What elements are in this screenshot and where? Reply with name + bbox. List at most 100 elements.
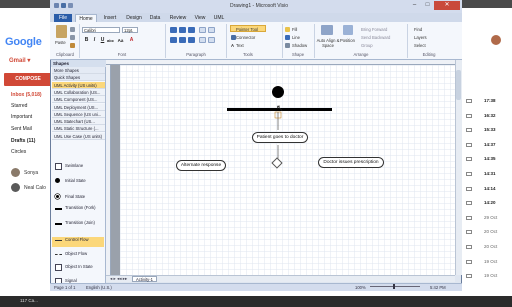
stencil-item[interactable]: UML Component (US...: [52, 96, 105, 104]
align-left-icon[interactable]: [170, 37, 177, 43]
auto-align-icon[interactable]: [321, 25, 333, 35]
layers-button[interactable]: Layers: [414, 35, 427, 40]
shape-item[interactable]: Object In State: [55, 264, 103, 274]
mail-time[interactable]: 14:35: [484, 156, 496, 161]
tab-view[interactable]: View: [191, 14, 209, 22]
stencil-item[interactable]: UML Activity (US units): [52, 81, 105, 89]
undo-icon[interactable]: [68, 3, 73, 8]
paste-icon[interactable]: [56, 25, 67, 38]
fill-icon[interactable]: [285, 27, 290, 32]
tab-file[interactable]: File: [54, 14, 72, 22]
gmail-menu[interactable]: Gmail ▾: [9, 57, 30, 64]
find-button[interactable]: Find: [414, 27, 422, 32]
nav-starred[interactable]: Starred: [11, 103, 27, 109]
activity-node[interactable]: Doctor issues prescription: [318, 157, 384, 168]
mail-time[interactable]: 19 Oct: [484, 273, 497, 278]
format-painter-icon[interactable]: [70, 43, 75, 48]
auto-align-button[interactable]: Auto Align & Space: [316, 38, 340, 48]
send-backward-button[interactable]: Send Backward: [361, 35, 390, 40]
mail-time[interactable]: 17:38: [484, 98, 496, 103]
align-center-icon[interactable]: [179, 37, 186, 43]
activity-node[interactable]: Patient goes to doctor: [252, 132, 308, 143]
stencil-item[interactable]: UML Deployment (US...: [52, 103, 105, 111]
strikethrough-button[interactable]: abc: [107, 37, 114, 44]
align-middle-icon[interactable]: [179, 27, 186, 33]
stencil-item[interactable]: Quick Shapes: [52, 74, 105, 82]
shape-item[interactable]: Final State: [55, 194, 103, 204]
mail-time[interactable]: 15:33: [484, 127, 496, 132]
position-button[interactable]: Position: [340, 38, 355, 43]
change-case-button[interactable]: Aa: [117, 37, 124, 44]
shape-item[interactable]: Transition (Join): [55, 220, 103, 230]
zoom-slider[interactable]: [370, 286, 420, 287]
text-direction-icon[interactable]: [208, 37, 215, 43]
tab-review[interactable]: Review: [166, 14, 190, 22]
align-right-icon[interactable]: [188, 37, 195, 43]
justify-icon[interactable]: [199, 37, 206, 43]
line-button[interactable]: Line: [292, 35, 300, 40]
align-top-icon[interactable]: [170, 27, 177, 33]
font-size-select[interactable]: 12pt.: [122, 27, 138, 33]
bold-button[interactable]: B: [83, 37, 90, 44]
nav-circles[interactable]: Circles: [11, 149, 26, 155]
shape-item[interactable]: Control Flow: [52, 237, 104, 247]
mail-time[interactable]: 16:32: [484, 113, 496, 118]
compose-button[interactable]: COMPOSE: [4, 73, 52, 86]
save-icon[interactable]: [61, 3, 66, 8]
language-indicator[interactable]: English (U.S.): [86, 285, 112, 290]
nav-inbox[interactable]: Inbox (5,018): [11, 92, 42, 98]
cut-icon[interactable]: [70, 27, 75, 32]
close-button[interactable]: ✕: [434, 1, 460, 10]
nav-drafts[interactable]: Drafts (11): [11, 138, 35, 144]
connector-button[interactable]: Connector: [236, 35, 255, 40]
avatar[interactable]: [491, 35, 501, 45]
stencil-item[interactable]: UML Use Case (US units): [52, 132, 105, 140]
text-tool-button[interactable]: Text: [236, 43, 244, 48]
group-button[interactable]: Group: [361, 43, 373, 48]
zoom-slider-thumb[interactable]: [393, 284, 395, 289]
indent-icon[interactable]: [208, 27, 215, 33]
initial-state-node[interactable]: [272, 86, 284, 98]
stencil-item[interactable]: UML Statechart (US...: [52, 118, 105, 126]
tab-insert[interactable]: Insert: [99, 14, 121, 22]
minimize-button[interactable]: –: [408, 1, 421, 10]
shadow-icon[interactable]: [285, 43, 290, 48]
mail-time[interactable]: 20 Oct: [484, 229, 497, 234]
activity-node[interactable]: Alternate response: [176, 160, 226, 171]
paste-label[interactable]: Paste: [55, 40, 66, 45]
tab-uml[interactable]: UML: [211, 14, 227, 22]
font-name-select[interactable]: Calibri: [82, 27, 120, 33]
mail-time[interactable]: 14:37: [484, 142, 496, 147]
bring-forward-button[interactable]: Bring Forward: [361, 27, 387, 32]
copy-icon[interactable]: [70, 35, 75, 40]
mail-time[interactable]: 20 Oct: [484, 244, 497, 249]
tab-design[interactable]: Design: [123, 14, 145, 22]
drawing-page[interactable]: [120, 65, 456, 275]
tab-activity-1[interactable]: Activity-1: [132, 276, 157, 282]
shape-item[interactable]: Swimlane: [55, 163, 103, 173]
fill-button[interactable]: Fill: [292, 27, 297, 32]
nav-sent[interactable]: Sent Mail: [11, 126, 32, 132]
underline-button[interactable]: U: [99, 37, 106, 44]
mail-time[interactable]: 29 Oct: [484, 215, 497, 220]
zoom-level[interactable]: 100%: [355, 285, 366, 290]
shape-item[interactable]: Transition (Fork): [55, 205, 103, 215]
tab-home[interactable]: Home: [75, 14, 97, 22]
scrollbar-thumb[interactable]: [456, 70, 461, 100]
stencil-item[interactable]: UML Sequence (US uni...: [52, 110, 105, 118]
select-button[interactable]: Select: [414, 43, 426, 48]
align-bottom-icon[interactable]: [188, 27, 195, 33]
page-indicator[interactable]: Page 1 of 1: [54, 285, 75, 290]
position-icon[interactable]: [343, 25, 353, 35]
bullets-icon[interactable]: [199, 27, 206, 33]
stencil-item[interactable]: More Shapes: [52, 67, 105, 74]
mail-time[interactable]: 19 Oct: [484, 259, 497, 264]
taskbar-item[interactable]: 117 Ca...: [20, 298, 38, 303]
mail-time[interactable]: 14:20: [484, 200, 496, 205]
page-nav-arrows-icon[interactable]: ◂ ▸ ◂◂ ▸▸: [110, 276, 127, 282]
italic-button[interactable]: I: [91, 37, 98, 44]
font-color-button[interactable]: A: [128, 37, 135, 44]
contact-name[interactable]: Neal Calo: [24, 185, 46, 191]
stencil-item[interactable]: UML Collaboration (US...: [52, 88, 105, 96]
tab-data[interactable]: Data: [146, 14, 164, 22]
